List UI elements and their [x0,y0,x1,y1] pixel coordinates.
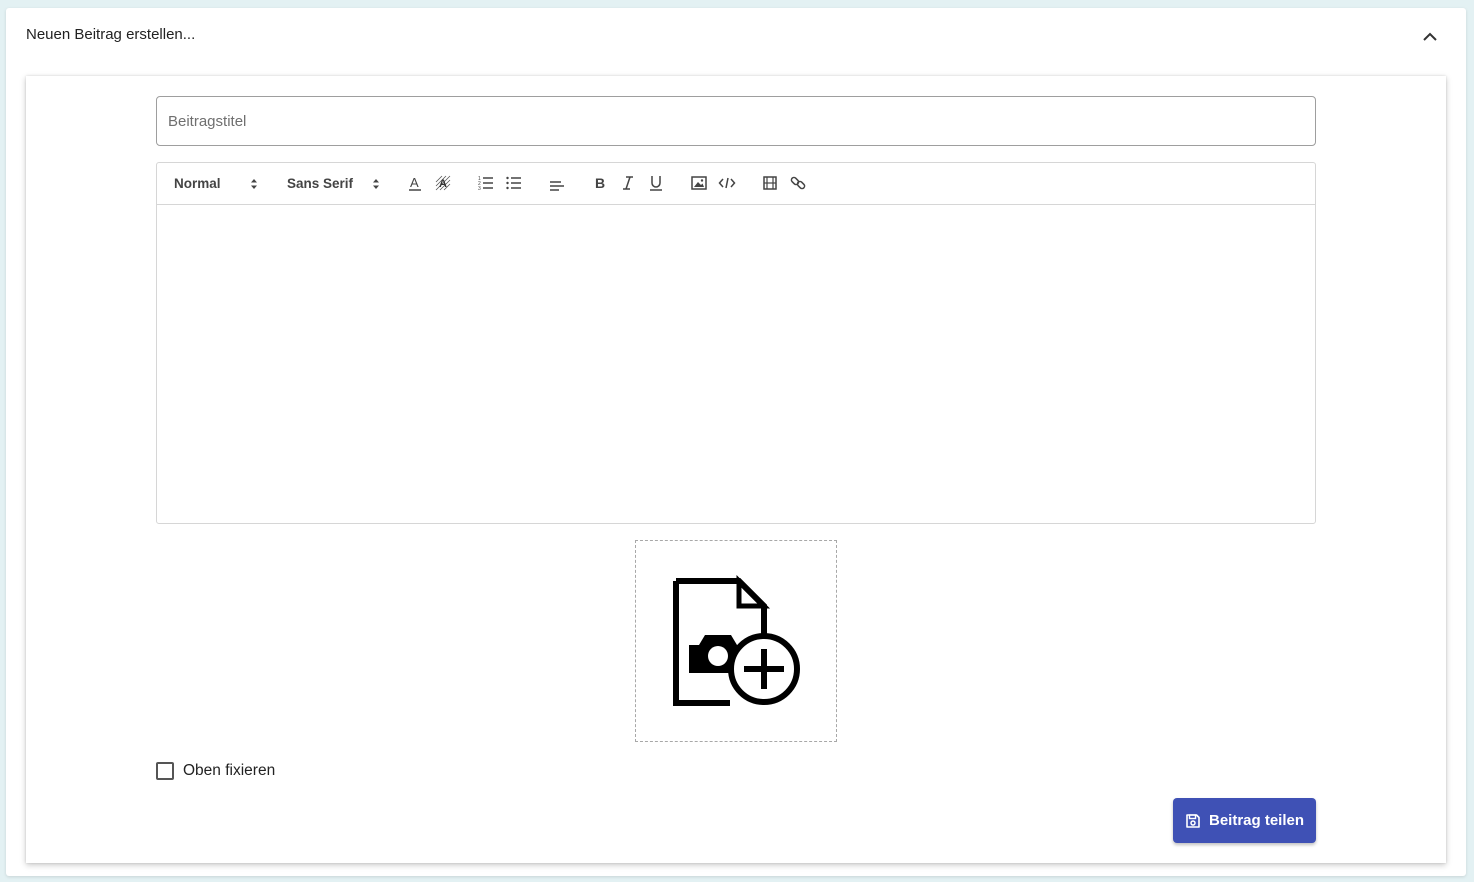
underline-button[interactable] [647,172,665,194]
panel-title: Neuen Beitrag erstellen... [26,26,196,43]
header-select[interactable]: Normal [174,172,264,194]
italic-button[interactable] [619,172,637,194]
checkbox-box[interactable] [156,762,174,780]
font-select-label: Sans Serif [287,175,354,191]
italic-icon [623,176,633,190]
image-icon [691,176,707,190]
post-title-input[interactable] [156,96,1316,146]
insert-link-button[interactable] [789,172,807,194]
svg-text:3: 3 [478,186,481,192]
ordered-list-icon: 123 [478,176,493,192]
share-post-button[interactable]: Beitrag teilen [1173,798,1316,843]
chevron-up-icon[interactable] [1418,25,1442,49]
text-color-icon: A [409,175,421,191]
header-select-label: Normal [174,175,221,191]
pin-to-top-checkbox[interactable]: Oben fixieren [156,760,275,782]
background-color-icon: A [435,175,451,191]
svg-text:A: A [439,178,447,190]
select-arrows-icon [373,179,379,189]
rich-text-editor: Normal Sans Serif A A 1 2 3 B [156,162,1316,524]
bold-button[interactable]: B [591,172,609,194]
text-color-button[interactable]: A [406,172,424,194]
image-upload-area[interactable] [635,540,837,742]
align-left-icon [550,181,564,191]
background-color-button[interactable]: A [434,172,452,194]
align-button[interactable] [548,172,566,194]
font-select[interactable]: Sans Serif [287,172,387,194]
insert-video-button[interactable] [761,172,779,194]
select-arrows-icon [251,179,257,189]
link-icon [790,176,806,190]
video-film-icon [763,176,777,190]
pin-to-top-label: Oben fixieren [183,762,276,779]
save-icon [1186,813,1200,828]
post-form-card: Normal Sans Serif A [26,76,1446,863]
editor-toolbar: Normal Sans Serif A A 1 2 3 B [157,163,1315,205]
panel-header[interactable]: Neuen Beitrag erstellen... [6,8,1466,64]
svg-text:B: B [595,175,605,191]
editor-content-area[interactable] [157,205,1315,523]
insert-image-button[interactable] [690,172,708,194]
bullet-list-icon [506,176,521,190]
svg-text:A: A [410,175,419,190]
bullet-list-button[interactable] [505,172,523,194]
code-icon [718,177,736,189]
underline-icon [650,176,662,191]
ordered-list-button[interactable]: 123 [477,172,495,194]
create-post-panel: Neuen Beitrag erstellen... Normal Sans S… [6,8,1466,876]
add-photo-file-icon [673,574,800,706]
share-post-label: Beitrag teilen [1208,812,1305,829]
bold-icon: B [595,175,605,191]
code-block-button[interactable] [718,172,736,194]
